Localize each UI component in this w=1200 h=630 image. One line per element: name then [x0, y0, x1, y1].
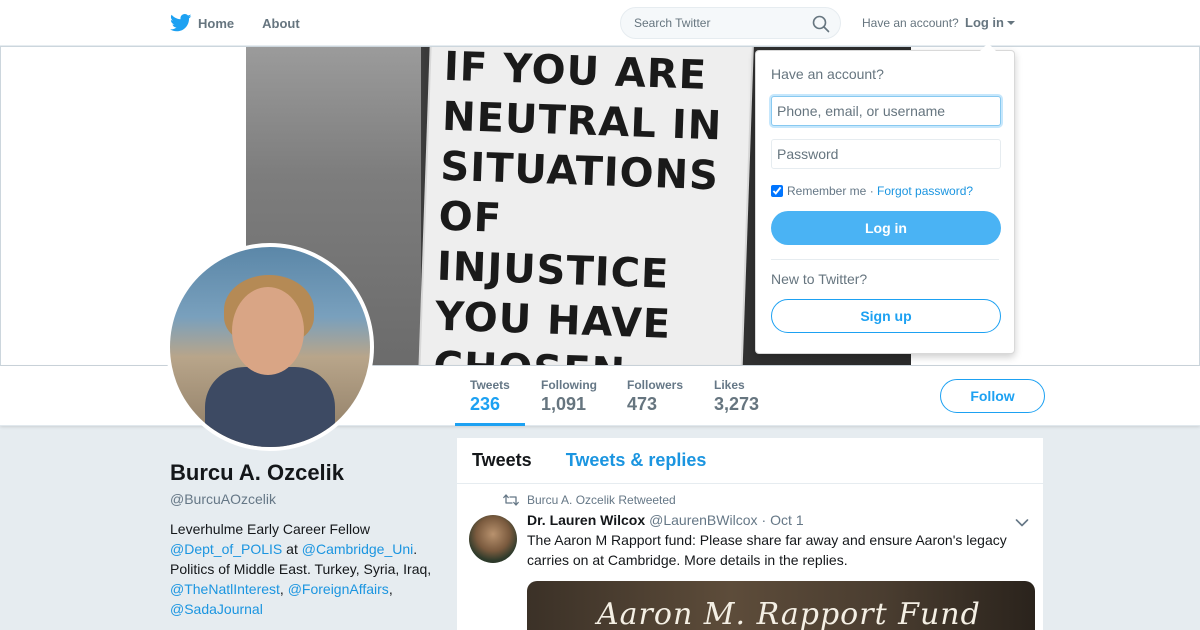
login-button[interactable]: Log in — [771, 211, 1001, 245]
username-field[interactable] — [771, 96, 1001, 126]
stat-label: Following — [541, 378, 597, 392]
tab-tweets-replies[interactable]: Tweets & replies — [566, 450, 707, 471]
bio-mention-link[interactable]: @SadaJournal — [170, 601, 263, 617]
caret-down-icon — [1007, 20, 1015, 25]
remember-me-checkbox[interactable] — [771, 185, 783, 197]
stat-likes[interactable]: Likes 3,273 — [699, 366, 774, 426]
retweet-icon — [503, 494, 519, 506]
nav-home-label: Home — [198, 15, 235, 31]
tweet-header: Dr. Lauren Wilcox @LaurenBWilcox · Oct 1 — [527, 512, 1031, 528]
tweet-author-handle[interactable]: @LaurenBWilcox — [649, 512, 757, 528]
chevron-down-icon[interactable] — [1015, 518, 1029, 528]
avatar-shirt — [205, 367, 335, 447]
bio-text: , — [388, 581, 393, 597]
stat-label: Likes — [714, 378, 745, 392]
bio-text: Leverhulme Early Career Fellow — [170, 521, 370, 537]
forgot-password-link[interactable]: Forgot password? — [877, 184, 973, 198]
new-to-twitter-label: New to Twitter? — [771, 271, 868, 287]
tweet-separator: · — [761, 512, 767, 528]
remember-me-label[interactable]: Remember me — [787, 184, 866, 198]
login-dropdown: Have an account? Remember me · Forgot pa… — [755, 43, 1015, 354]
dropdown-divider — [771, 259, 999, 260]
login-dropdown-toggle[interactable]: Log in — [965, 15, 1015, 30]
signup-button[interactable]: Sign up — [771, 299, 1001, 333]
tweet-timestamp[interactable]: Oct 1 — [770, 512, 803, 528]
tab-tweets[interactable]: Tweets — [472, 450, 532, 471]
timeline: Tweets Tweets & replies Burcu A. Ozcelik… — [456, 437, 1044, 630]
top-nav-bar: Home About Have an account? Log in — [0, 0, 1200, 46]
bio-mention-link[interactable]: @TheNatlInterest — [170, 581, 280, 597]
tweet[interactable]: Burcu A. Ozcelik Retweeted Dr. Lauren Wi… — [457, 484, 1043, 630]
timeline-tabs: Tweets Tweets & replies — [457, 438, 1043, 484]
bio-text: at — [282, 541, 302, 557]
retweet-context-label[interactable]: Burcu A. Ozcelik Retweeted — [527, 493, 676, 507]
stat-value: 473 — [627, 394, 658, 414]
stat-value: 236 — [470, 394, 501, 414]
remember-row: Remember me · Forgot password? — [771, 184, 999, 198]
stat-label: Tweets — [470, 378, 510, 392]
profile-card: Burcu A. Ozcelik @BurcuAOzcelik Leverhul… — [170, 460, 440, 619]
bio-mention-link[interactable]: @Cambridge_Uni — [302, 541, 413, 557]
avatar-face — [232, 287, 304, 375]
nav-left: Home About — [170, 0, 328, 46]
search-box — [620, 7, 841, 39]
search-input[interactable] — [634, 16, 809, 30]
bio-text: , — [279, 581, 284, 597]
stat-value: 3,273 — [714, 394, 760, 414]
tweet-card-title: Aaron M. Rapport Fund — [597, 597, 981, 630]
bio-text: . — [413, 541, 418, 557]
password-field[interactable] — [771, 139, 1001, 169]
profile-handle[interactable]: @BurcuAOzcelik — [170, 491, 440, 507]
profile-name[interactable]: Burcu A. Ozcelik — [170, 460, 440, 486]
retweet-context: Burcu A. Ozcelik Retweeted — [503, 492, 1031, 508]
stat-following[interactable]: Following 1,091 — [526, 366, 612, 426]
profile-bio: Leverhulme Early Career Fellow @Dept_of_… — [170, 519, 440, 619]
bio-mention-link[interactable]: @ForeignAffairs — [288, 581, 389, 597]
login-dropdown-heading: Have an account? — [771, 66, 884, 82]
twitter-bird-icon — [170, 14, 192, 32]
nav-about[interactable]: About — [262, 16, 300, 31]
follow-button[interactable]: Follow — [940, 379, 1045, 413]
nav-home[interactable]: Home — [170, 14, 234, 32]
profile-avatar-frame — [166, 243, 374, 451]
tweet-media-card[interactable]: Aaron M. Rapport Fund — [527, 581, 1035, 630]
login-toggle-label: Log in — [965, 15, 1004, 30]
stat-tweets[interactable]: Tweets 236 — [455, 366, 525, 426]
bio-mention-link[interactable]: @Dept_of_POLIS — [170, 541, 282, 557]
tweet-author-avatar[interactable] — [469, 515, 517, 563]
tweet-author-name[interactable]: Dr. Lauren Wilcox — [527, 512, 645, 528]
nav-about-label: About — [262, 15, 300, 31]
stat-label: Followers — [627, 378, 684, 392]
avatar[interactable] — [170, 247, 370, 447]
remember-separator: · — [866, 184, 878, 198]
stat-value: 1,091 — [541, 394, 587, 414]
banner-sign-text: IF YOU ARE NEUTRAL IN SITUATIONS OF INJU… — [433, 47, 723, 365]
account-prompt: Have an account? — [862, 16, 959, 30]
bio-text: Politics of Middle East. Turkey, Syria, … — [170, 561, 432, 577]
search-icon[interactable] — [812, 15, 830, 33]
tweet-text: The Aaron M Rapport fund: Please share f… — [527, 532, 1007, 568]
stat-followers[interactable]: Followers 473 — [612, 366, 698, 426]
